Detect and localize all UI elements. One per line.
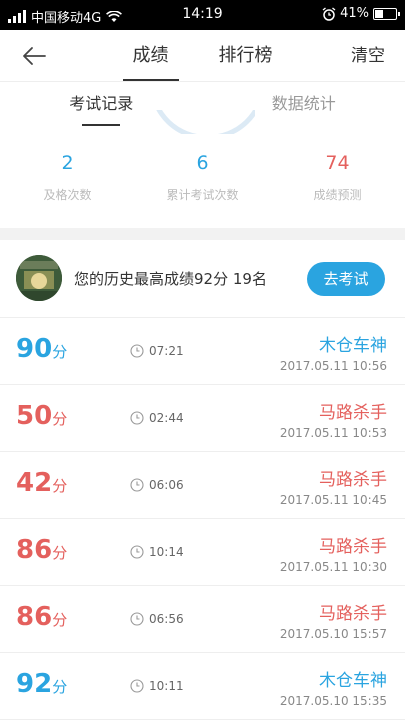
exam-record-row[interactable]: 92分 10:11 木仓车神 2017.05.10 15:35 bbox=[0, 653, 405, 720]
record-date: 2017.05.11 10:56 bbox=[279, 359, 387, 373]
record-score-value: 90 bbox=[16, 334, 53, 364]
exam-record-row[interactable]: 42分 06:06 马路杀手 2017.05.11 10:45 bbox=[0, 452, 405, 519]
stat-pass-count: 2 及格次数 bbox=[0, 140, 135, 228]
alarm-icon bbox=[322, 6, 336, 21]
record-score: 92分 bbox=[16, 669, 67, 699]
record-title: 木仓车神 bbox=[319, 336, 387, 356]
stats-panel: 2 及格次数 6 累计考试次数 74 成绩预测 bbox=[0, 140, 405, 228]
record-duration: 06:06 bbox=[149, 478, 184, 492]
battery-percent: 41% bbox=[340, 6, 369, 21]
status-right: 41% bbox=[322, 6, 400, 21]
record-duration: 06:56 bbox=[149, 612, 184, 626]
record-duration: 07:21 bbox=[149, 344, 184, 358]
exam-record-row[interactable]: 86分 10:14 马路杀手 2017.05.11 10:30 bbox=[0, 519, 405, 586]
exam-record-list: 90分 07:21 木仓车神 2017.05.11 10:56 50分 02:44 马路杀手… bbox=[0, 318, 405, 720]
avatar[interactable] bbox=[16, 255, 62, 301]
clock-icon bbox=[130, 344, 144, 358]
clear-button[interactable]: 清空 bbox=[351, 30, 385, 82]
record-date: 2017.05.11 10:30 bbox=[279, 560, 387, 574]
record-title: 马路杀手 bbox=[319, 403, 387, 423]
tab-scores[interactable]: 成绩 bbox=[122, 30, 179, 82]
best-score-text: 您的历史最高成绩92分 19名 bbox=[74, 270, 267, 288]
exam-record-row[interactable]: 90分 07:21 木仓车神 2017.05.11 10:56 bbox=[0, 318, 405, 385]
nav-bar: 成绩 排行榜 清空 bbox=[0, 30, 405, 82]
best-score-row: 您的历史最高成绩92分 19名 去考试 bbox=[0, 240, 405, 318]
record-score: 90分 bbox=[16, 334, 67, 364]
record-duration: 02:44 bbox=[149, 411, 184, 425]
record-duration: 10:14 bbox=[149, 545, 184, 559]
record-score-unit: 分 bbox=[52, 611, 68, 629]
exam-record-row[interactable]: 50分 02:44 马路杀手 2017.05.11 10:53 bbox=[0, 385, 405, 452]
clock-icon bbox=[130, 411, 144, 425]
record-date: 2017.05.10 15:57 bbox=[279, 627, 387, 641]
stat-value: 2 bbox=[61, 152, 74, 174]
record-title: 马路杀手 bbox=[319, 604, 387, 624]
exam-record-row[interactable]: 86分 06:56 马路杀手 2017.05.10 15:57 bbox=[0, 586, 405, 653]
stat-score-prediction: 74 成绩预测 bbox=[270, 140, 405, 228]
avatar-image bbox=[16, 255, 62, 301]
stat-total-exams: 6 累计考试次数 bbox=[135, 140, 270, 228]
record-title: 马路杀手 bbox=[319, 470, 387, 490]
section-divider bbox=[0, 228, 405, 240]
stat-label: 累计考试次数 bbox=[166, 188, 239, 202]
status-bar: 中国移动4G 14:19 41% bbox=[0, 0, 405, 30]
record-score-unit: 分 bbox=[52, 477, 68, 495]
record-score: 86分 bbox=[16, 535, 67, 565]
clock-icon bbox=[130, 478, 144, 492]
record-score-unit: 分 bbox=[52, 343, 68, 361]
take-exam-button[interactable]: 去考试 bbox=[307, 262, 385, 296]
clock-icon bbox=[130, 545, 144, 559]
record-date: 2017.05.11 10:45 bbox=[279, 493, 387, 507]
record-duration: 10:11 bbox=[149, 679, 184, 693]
stat-value: 74 bbox=[325, 152, 350, 174]
clock-icon bbox=[130, 679, 144, 693]
tab-ranking[interactable]: 排行榜 bbox=[209, 30, 283, 82]
record-score: 86分 bbox=[16, 602, 67, 632]
battery-icon bbox=[373, 7, 400, 20]
record-score-unit: 分 bbox=[52, 678, 68, 696]
record-title: 木仓车神 bbox=[319, 671, 387, 691]
battery-fill bbox=[375, 9, 383, 18]
stat-label: 及格次数 bbox=[43, 188, 92, 202]
record-score: 50分 bbox=[16, 401, 67, 431]
record-score-value: 50 bbox=[16, 401, 53, 431]
record-title: 马路杀手 bbox=[319, 537, 387, 557]
record-score-unit: 分 bbox=[52, 544, 68, 562]
nav-tabs: 成绩 排行榜 bbox=[0, 30, 405, 82]
stat-value: 6 bbox=[196, 152, 209, 174]
record-date: 2017.05.11 10:53 bbox=[279, 426, 387, 440]
record-score-value: 86 bbox=[16, 535, 53, 565]
record-score-unit: 分 bbox=[52, 410, 68, 428]
record-score-value: 42 bbox=[16, 468, 53, 498]
stat-label: 成绩预测 bbox=[313, 188, 362, 202]
clock-icon bbox=[130, 612, 144, 626]
decorative-arc bbox=[150, 110, 255, 134]
record-score-value: 92 bbox=[16, 669, 53, 699]
record-score-value: 86 bbox=[16, 602, 53, 632]
record-score: 42分 bbox=[16, 468, 67, 498]
record-date: 2017.05.10 15:35 bbox=[279, 694, 387, 708]
